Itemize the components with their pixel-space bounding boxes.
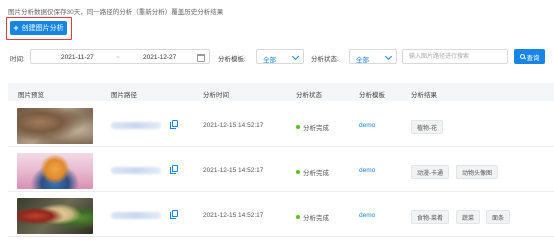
analysis-model-link[interactable]: demo bbox=[359, 122, 375, 129]
result-tag: 植物-花 bbox=[411, 120, 443, 134]
status-text: 分析完成 bbox=[303, 215, 329, 222]
analysis-time: 2021-12-15 14:52:17 bbox=[203, 212, 264, 219]
status-select[interactable]: 全部 bbox=[349, 49, 397, 64]
analysis-time: 2021-12-15 14:52:17 bbox=[203, 122, 264, 129]
chevron-down-icon bbox=[291, 52, 300, 61]
search-icon bbox=[519, 54, 525, 59]
analysis-model-link[interactable]: demo bbox=[359, 212, 375, 219]
end-date[interactable]: 2021-12-27 bbox=[143, 54, 176, 61]
table-header: 图片预览 图片路径 分析时间 分析状态 分析模板 分析结果 bbox=[8, 83, 554, 101]
create-button-label: 创建图片分析 bbox=[21, 25, 64, 32]
image-preview-food[interactable] bbox=[17, 198, 93, 234]
create-image-analysis-button[interactable]: + 创建图片分析 bbox=[10, 21, 67, 35]
model-select-value: 全部 bbox=[263, 57, 276, 64]
filter-bar: 时间: 2021-11-27 ~ 2021-12-27 分析模板: 全部 分析状… bbox=[0, 49, 554, 65]
table-row: 2021-12-15 14:52:17 分析完成 demo 食物-菜肴 蔬菜 面… bbox=[8, 193, 554, 237]
analysis-model-link[interactable]: demo bbox=[359, 167, 375, 174]
search-button-label: 查询 bbox=[526, 54, 540, 62]
analysis-time: 2021-12-15 14:52:17 bbox=[203, 167, 264, 174]
image-path-redacted bbox=[111, 212, 161, 219]
chevron-down-icon bbox=[384, 52, 393, 61]
time-label: 时间: bbox=[10, 56, 25, 63]
column-header: 图片路径 bbox=[111, 92, 137, 99]
status-text: 分析完成 bbox=[303, 170, 329, 177]
create-button-highlight: + 创建图片分析 bbox=[6, 17, 72, 40]
result-tag: 食物-菜肴 bbox=[411, 210, 449, 224]
status-select-value: 全部 bbox=[356, 57, 369, 64]
image-path-redacted bbox=[111, 167, 161, 174]
path-search-field[interactable] bbox=[402, 49, 508, 64]
search-button[interactable]: 查询 bbox=[514, 49, 545, 64]
analysis-status: 分析完成 bbox=[296, 212, 329, 222]
date-separator: ~ bbox=[116, 54, 120, 61]
analysis-status: 分析完成 bbox=[296, 122, 329, 132]
status-dot bbox=[296, 215, 300, 219]
table-row: 2021-12-15 14:52:17 分析完成 demo 动漫-卡通 动物头像… bbox=[8, 148, 554, 192]
status-dot bbox=[296, 125, 300, 129]
column-header: 图片预览 bbox=[18, 92, 44, 99]
image-preview-cartoon[interactable] bbox=[17, 153, 93, 189]
status-filter-label: 分析状态: bbox=[311, 56, 339, 63]
analysis-status: 分析完成 bbox=[296, 167, 329, 177]
column-header: 分析结果 bbox=[411, 92, 437, 99]
result-tag: 面条 bbox=[486, 210, 511, 224]
retention-notice: 图片分析数据仅保存30天，同一路径的分析（重新分析）覆盖历史分析结果 bbox=[8, 9, 224, 16]
plus-icon: + bbox=[13, 22, 19, 33]
status-text: 分析完成 bbox=[303, 125, 329, 132]
image-preview-flower[interactable] bbox=[17, 108, 93, 144]
column-header: 分析状态 bbox=[296, 92, 322, 99]
calendar-icon[interactable] bbox=[197, 54, 205, 62]
status-dot bbox=[296, 170, 300, 174]
image-path-redacted bbox=[111, 122, 161, 129]
copy-icon[interactable] bbox=[170, 165, 178, 174]
result-tag: 动漫-卡通 bbox=[411, 165, 449, 179]
model-filter-label: 分析模板: bbox=[218, 56, 246, 63]
column-header: 分析时间 bbox=[203, 92, 229, 99]
path-search-input[interactable] bbox=[403, 50, 507, 63]
result-tag: 蔬菜 bbox=[456, 210, 481, 224]
result-tag: 动物头像图 bbox=[456, 165, 499, 179]
model-select[interactable]: 全部 bbox=[256, 49, 304, 64]
date-range-picker[interactable]: 2021-11-27 ~ 2021-12-27 bbox=[30, 49, 210, 64]
start-date[interactable]: 2021-11-27 bbox=[61, 54, 94, 61]
copy-icon[interactable] bbox=[170, 210, 178, 219]
column-header: 分析模板 bbox=[359, 92, 385, 99]
table-row: 2021-12-15 14:52:17 分析完成 demo 植物-花 bbox=[8, 103, 554, 147]
copy-icon[interactable] bbox=[170, 120, 178, 129]
